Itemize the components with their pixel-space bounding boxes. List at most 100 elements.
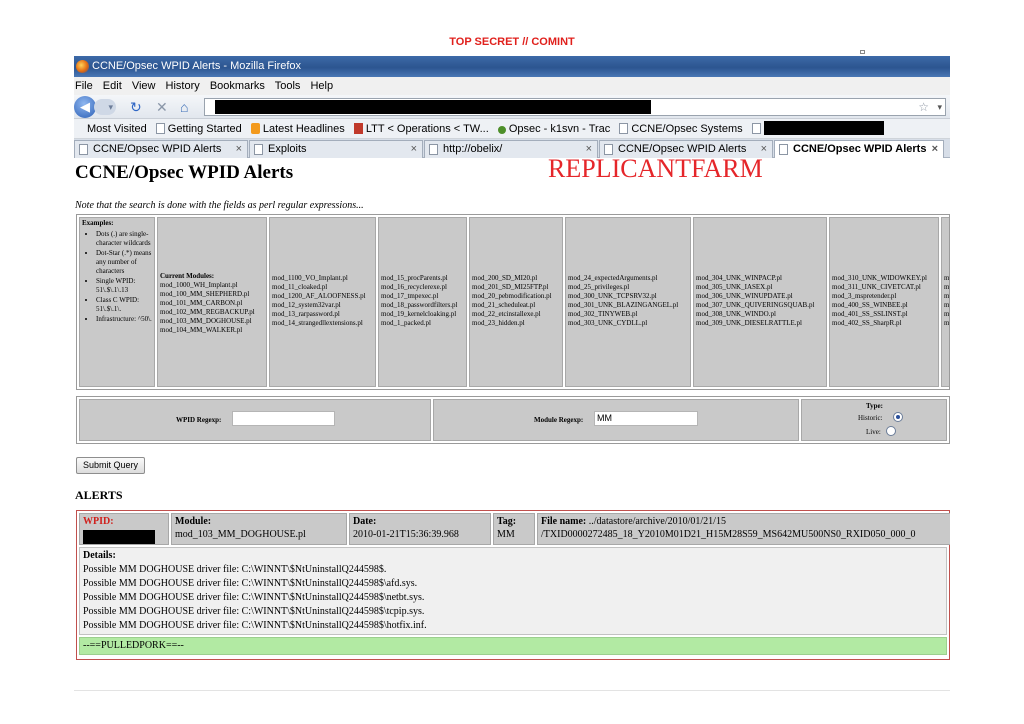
module-name: mod_402_SS_SharpR.pl xyxy=(832,319,902,327)
live-radio[interactable] xyxy=(886,426,896,436)
module-name: mod_14_strangedllextensions.pl xyxy=(272,319,363,327)
back-arrow-icon[interactable]: ◀ xyxy=(74,96,96,118)
menu-edit[interactable]: Edit xyxy=(103,80,122,92)
page-icon xyxy=(155,123,165,134)
module-name: mod_1100_VO_Implant.pl xyxy=(272,274,348,282)
stop-icon[interactable]: ✕ xyxy=(156,98,168,116)
alert-footer: --==PULLEDPORK==-- xyxy=(79,637,947,655)
menu-bookmarks[interactable]: Bookmarks xyxy=(210,80,265,92)
tab-wpid-alerts-1[interactable]: CCNE/Opsec WPID Alerts × xyxy=(74,140,248,158)
module-name: mod_103_MM_DOGHOUSE.pl xyxy=(160,317,252,325)
examples-list: Dots (.) are single-character wildcards … xyxy=(82,230,152,324)
module-name: mod_308_UNK_WINDO.pl xyxy=(696,310,776,318)
type-label: Type: xyxy=(866,402,883,410)
historic-label: Historic: xyxy=(858,414,883,422)
module-name: mod_101_MM_CARBON.pl xyxy=(160,299,243,307)
module-name: mod_18_passwordfilters.pl xyxy=(381,301,458,309)
module-name: mod_100_MM_SHEPHERD.pl xyxy=(160,290,250,298)
url-bar[interactable]: ☆ ▾ xyxy=(204,98,946,116)
search-note: Note that the search is done with the fi… xyxy=(75,200,364,211)
module-name: mod_307_UNK_QUIVERINGSQUAB.pl xyxy=(696,301,815,309)
module-column-8: mo mo mo mo mo mo xyxy=(941,217,950,387)
module-name: mo xyxy=(944,319,950,327)
wpid-label: WPID: xyxy=(83,516,114,527)
module-name: mod_401_SS_SSLINST.pl xyxy=(832,310,908,318)
example-item: Dots (.) are single-character wildcards xyxy=(96,230,152,248)
tab-close-icon[interactable]: × xyxy=(932,141,938,158)
classification-banner: TOP SECRET // COMINT xyxy=(449,36,575,48)
bookmark-getting-started[interactable]: Getting Started xyxy=(155,119,242,139)
bookmark-redacted[interactable] xyxy=(751,119,884,139)
page-icon xyxy=(751,123,761,134)
module-column-1: Current Modules: mod_1000_WH_Implant.pl … xyxy=(157,217,267,387)
window-title: CCNE/Opsec WPID Alerts - Mozilla Firefox xyxy=(92,60,302,72)
module-regexp-label: Module Regexp: xyxy=(534,416,584,424)
menu-tools[interactable]: Tools xyxy=(275,80,301,92)
module-name: mod_200_SD_MI20.pl xyxy=(472,274,538,282)
module-search-cell: Module Regexp: MM xyxy=(433,399,799,441)
wpid-regexp-input[interactable] xyxy=(232,411,335,426)
live-label: Live: xyxy=(866,428,881,436)
module-name: mod_104_MM_WALKER.pl xyxy=(160,326,243,334)
module-column-2: mod_1100_VO_Implant.pl mod_11_cloaked.pl… xyxy=(269,217,376,387)
page-content: CCNE/Opsec WPID Alerts REPLICANTFARM Not… xyxy=(74,154,950,668)
menu-history[interactable]: History xyxy=(166,80,200,92)
type-cell: Type: Historic: Live: xyxy=(801,399,947,441)
menu-view[interactable]: View xyxy=(132,80,156,92)
bookmark-opsec-trac[interactable]: Opsec - k1svn - Trac xyxy=(497,119,610,139)
url-dropdown-icon[interactable]: ▾ xyxy=(937,99,942,115)
module-name: mo xyxy=(944,301,950,309)
example-item: Class C WPID: 51\.$\.1\. xyxy=(96,296,152,314)
bookmark-folder-icon xyxy=(78,123,84,134)
module-name: mod_1_packed.pl xyxy=(381,319,431,327)
bookmark-ltt-operations[interactable]: LTT < Operations < TW... xyxy=(353,119,489,139)
search-form: WPID Regexp: Module Regexp: MM Type: His… xyxy=(76,396,950,444)
bookmark-most-visited[interactable]: Most Visited xyxy=(78,119,147,139)
module-name: mod_311_UNK_CIVETCAT.pl xyxy=(832,283,921,291)
tab-close-icon[interactable]: × xyxy=(411,141,417,158)
bookmark-star-icon[interactable]: ☆ xyxy=(918,99,929,115)
module-name: mo xyxy=(944,274,950,282)
forward-dropdown-icon[interactable]: ▾ xyxy=(94,99,116,115)
submit-query-button[interactable]: Submit Query xyxy=(76,457,146,474)
alert-file-path-1: ../datastore/archive/2010/01/21/15 xyxy=(588,516,726,527)
menu-bar: File Edit View History Bookmarks Tools H… xyxy=(74,77,950,95)
module-name: mod_305_UNK_IASEX.pl xyxy=(696,283,773,291)
bookmarks-toolbar: Most Visited Getting Started Latest Head… xyxy=(74,119,950,139)
module-name: mo xyxy=(944,283,950,291)
module-regexp-input[interactable]: MM xyxy=(594,411,698,426)
module-name: mod_303_UNK_CYDLL.pl xyxy=(568,319,648,327)
module-name: mod_3_mspretender.pl xyxy=(832,292,897,300)
tab-exploits[interactable]: Exploits × xyxy=(249,140,423,158)
module-name: mod_306_UNK_WINUPDATE.pl xyxy=(696,292,793,300)
bookmark-ccne-systems[interactable]: CCNE/Opsec Systems xyxy=(619,119,743,139)
file-name-label: File name: xyxy=(541,516,587,527)
module-name: mod_21_scheduleat.pl xyxy=(472,301,536,309)
bookmark-latest-headlines[interactable]: Latest Headlines xyxy=(250,119,345,139)
date-label: Date: xyxy=(353,516,377,527)
reload-icon[interactable]: ↻ xyxy=(130,98,142,116)
menu-file[interactable]: File xyxy=(75,80,93,92)
alert-module-cell: Module: mod_103_MM_DOGHOUSE.pl xyxy=(171,513,347,545)
tab-wpid-alerts-active[interactable]: CCNE/Opsec WPID Alerts × xyxy=(774,140,944,158)
module-name: mod_23_hidden.pl xyxy=(472,319,525,327)
page-icon xyxy=(254,144,263,155)
historic-radio[interactable] xyxy=(893,412,903,422)
scan-mark xyxy=(860,50,865,54)
home-icon[interactable]: ⌂ xyxy=(180,98,188,116)
page-title: CCNE/Opsec WPID Alerts xyxy=(75,162,294,183)
menu-help[interactable]: Help xyxy=(310,80,333,92)
module-name: mod_16_recyclerexe.pl xyxy=(381,283,447,291)
module-name: mod_20_pebmodification.pl xyxy=(472,292,552,300)
firefox-icon xyxy=(76,60,89,73)
module-name: mod_11_cloaked.pl xyxy=(272,283,328,291)
codename-label: REPLICANTFARM xyxy=(548,154,763,183)
example-item: Dot-Star (.*) means any number of charac… xyxy=(96,249,152,276)
modules-table: Examples: Dots (.) are single-character … xyxy=(76,214,950,390)
tab-close-icon[interactable]: × xyxy=(236,141,242,158)
module-column-6: mod_304_UNK_WINPACP.pl mod_305_UNK_IASEX… xyxy=(693,217,827,387)
module-name: mod_12_system32var.pl xyxy=(272,301,341,309)
module-column-4: mod_200_SD_MI20.pl mod_201_SD_MI25FTP.pl… xyxy=(469,217,563,387)
alert-date-value: 2010-01-21T15:36:39.968 xyxy=(353,529,459,540)
module-name: mod_24_expectedArguments.pl xyxy=(568,274,658,282)
